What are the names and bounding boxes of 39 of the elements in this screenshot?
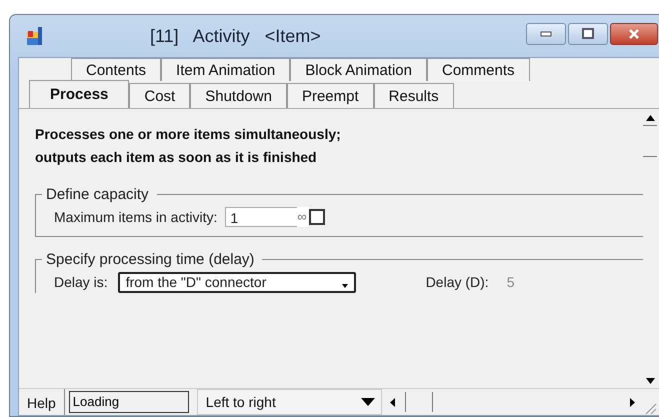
- app-icon: [26, 26, 44, 46]
- group-legend: Specify processing time (delay): [42, 251, 262, 268]
- checkbox[interactable]: [308, 209, 325, 225]
- window-title: [11] Activity <Item>: [150, 26, 321, 46]
- scroll-thumb[interactable]: [404, 392, 433, 412]
- field-label: Delay is:: [54, 274, 108, 290]
- tab[interactable]: Item Animation: [161, 58, 290, 81]
- scroll-thumb[interactable]: [643, 125, 657, 157]
- down-arrow-icon: [646, 378, 654, 384]
- close-button[interactable]: [610, 23, 658, 45]
- minimize-icon: [540, 31, 552, 37]
- tab[interactable]: Contents: [71, 58, 162, 81]
- resize-grip-icon: [643, 401, 657, 415]
- infinity-symbol: ∞: [297, 207, 309, 227]
- direction-dropdown[interactable]: Left to right: [196, 389, 382, 415]
- field-label: Maximum items in activity:: [54, 209, 218, 225]
- tab[interactable]: Shutdown: [190, 83, 287, 108]
- dropdown[interactable]: from the "D" connector: [118, 272, 356, 292]
- tab[interactable]: Cost: [129, 83, 190, 108]
- caret-icon: [360, 398, 375, 406]
- tab[interactable]: Block Animation: [290, 58, 427, 81]
- description-text: Processes one or more items simultaneously; outputs each item as soon as it is finished: [35, 125, 342, 167]
- minimize-button[interactable]: [526, 23, 566, 45]
- status-field: Loading: [68, 391, 189, 413]
- field-label: Delay (D):: [426, 274, 489, 290]
- left-arrow-icon: [390, 398, 395, 406]
- maximize-button[interactable]: [568, 23, 608, 45]
- caret-icon: [342, 284, 348, 288]
- tab[interactable]: Preempt: [286, 83, 374, 108]
- tab[interactable]: Results: [374, 83, 454, 108]
- tab[interactable]: Comments: [427, 58, 530, 81]
- right-arrow-icon: [630, 398, 635, 406]
- close-icon: [627, 28, 641, 40]
- group-legend: Define capacity: [42, 186, 157, 203]
- tab[interactable]: Process: [29, 80, 130, 108]
- maximize-icon: [582, 28, 594, 40]
- up-arrow-icon: [646, 115, 654, 121]
- input-field[interactable]: 1: [225, 207, 298, 227]
- field-value: 5: [506, 274, 514, 290]
